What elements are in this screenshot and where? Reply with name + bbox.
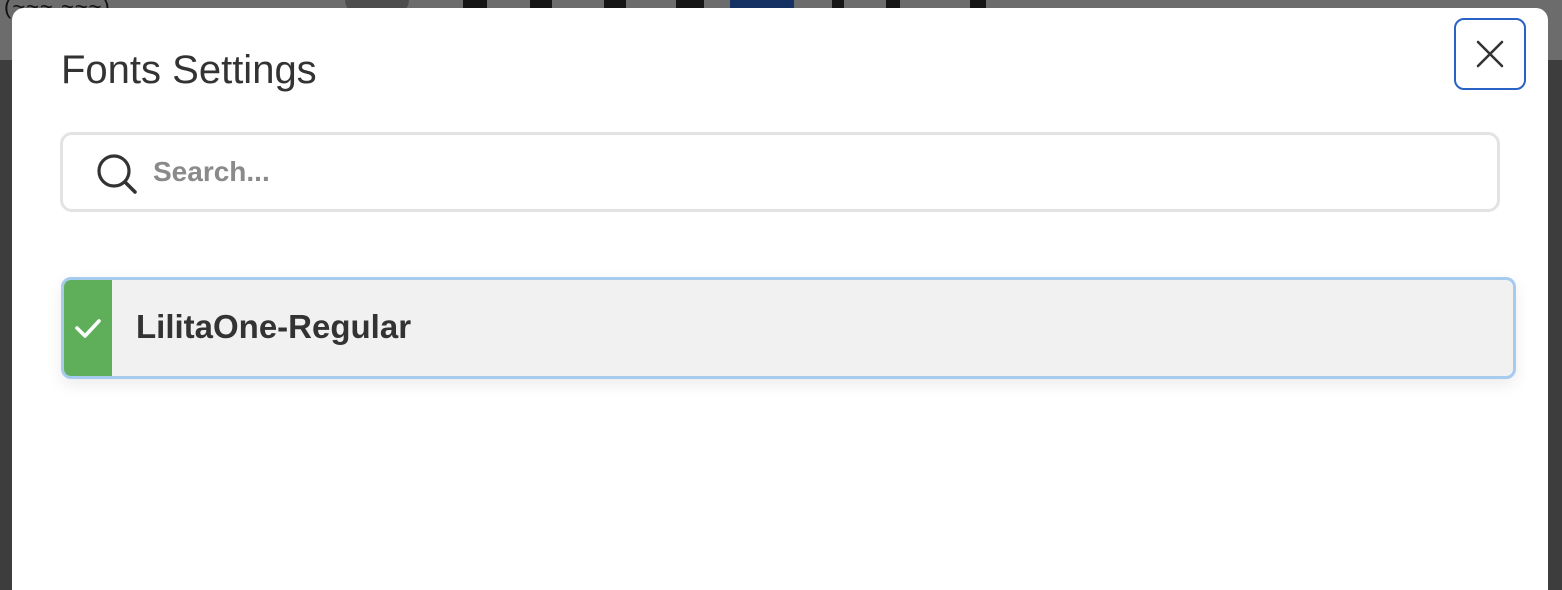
close-icon <box>1476 40 1504 68</box>
selected-indicator <box>64 280 112 376</box>
fonts-settings-dialog: Fonts Settings LilitaOne-Regular <box>12 8 1548 590</box>
font-list-item[interactable]: LilitaOne-Regular <box>61 277 1516 379</box>
search-field[interactable] <box>60 132 1500 212</box>
close-button[interactable] <box>1454 18 1526 90</box>
search-icon <box>97 154 137 194</box>
font-name: LilitaOne-Regular <box>136 308 412 345</box>
dialog-title: Fonts Settings <box>61 48 317 92</box>
check-icon <box>75 319 101 338</box>
search-input[interactable] <box>153 145 1453 199</box>
